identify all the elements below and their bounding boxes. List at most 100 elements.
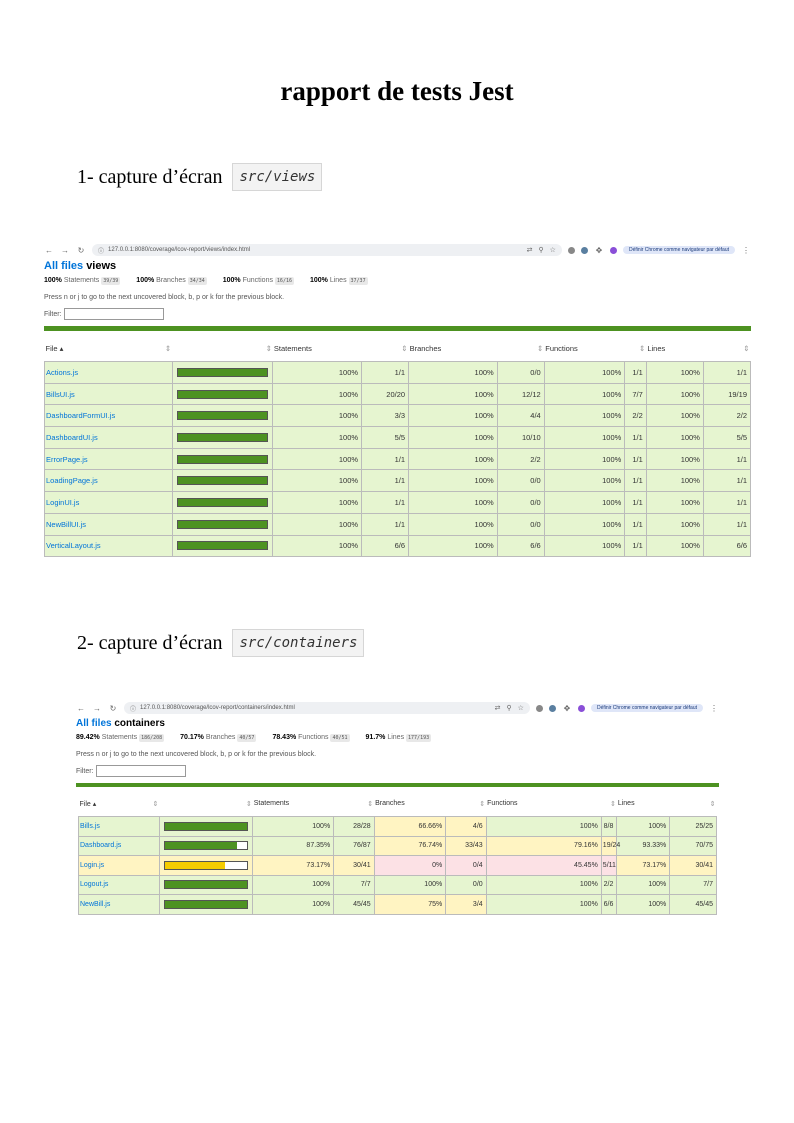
file-link[interactable]: LoadingPage.js <box>44 469 173 493</box>
coverage-bar <box>176 367 269 377</box>
summary-metric: 91.7% Lines 177/193 <box>366 734 432 742</box>
coverage-bar-fill <box>164 822 248 830</box>
file-link[interactable]: DashboardFormUI.js <box>44 404 173 428</box>
column-header[interactable]: Functions ⇕ <box>544 335 647 362</box>
section-1-heading: 1- capture d’écran src/views <box>77 163 323 191</box>
report-title: All files views <box>44 260 751 272</box>
table-row: Login.js 73.17% 30/41 0% 0/4 45.45% 5/11 73.17%… <box>78 855 717 876</box>
fraction-cell: 6/6 <box>361 534 410 558</box>
fraction-cell: 0/4 <box>445 855 487 876</box>
filter-label: Filter: <box>76 767 94 775</box>
fraction-cell: 5/5 <box>702 426 752 449</box>
percent-cell: 100% <box>252 874 335 895</box>
report-directory: views <box>86 260 117 272</box>
file-link[interactable]: NewBillUI.js <box>44 512 173 536</box>
reload-icon[interactable]: ↻ <box>76 246 86 255</box>
set-default-browser-button[interactable]: Définir Chrome comme navigateur par défa… <box>590 704 703 712</box>
section-2-code: src/containers <box>232 629 365 657</box>
coverage-bar-fill <box>177 498 268 506</box>
fraction-cell: 5/5 <box>361 426 410 449</box>
file-link[interactable]: Dashboard.js <box>78 835 160 856</box>
file-link[interactable]: Bills.js <box>78 816 160 837</box>
percent-cell: 100% <box>645 404 704 428</box>
url-text: 127.0.0.1:8080/coverage/lcov-report/view… <box>108 247 251 253</box>
column-header[interactable]: Functions ⇕ <box>486 792 617 817</box>
column-header-label: Statements <box>273 343 312 353</box>
browser-menu-icon[interactable]: ⋮ <box>709 704 719 713</box>
file-link[interactable]: Logout.js <box>78 874 160 895</box>
profile-avatar[interactable] <box>609 246 617 254</box>
percent-cell: 100% <box>272 469 363 493</box>
coverage-bar-fill <box>177 390 268 398</box>
extension-icon-1[interactable] <box>535 704 543 712</box>
file-link[interactable]: LoginUI.js <box>44 491 173 514</box>
coverage-bar <box>176 454 269 464</box>
column-header[interactable]: Statements ⇕ <box>272 335 409 362</box>
file-link[interactable]: VerticalLayout.js <box>44 534 173 558</box>
sort-icon: ⇕ <box>265 343 272 353</box>
profile-avatar[interactable] <box>577 704 585 712</box>
coverage-bar <box>176 497 269 507</box>
forward-icon[interactable]: → <box>92 704 102 713</box>
bar-column-header[interactable]: ⇕ <box>172 335 273 362</box>
address-bar[interactable]: ⓘ 127.0.0.1:8080/coverage/lcov-report/vie… <box>92 244 562 256</box>
column-header-label: Branches <box>409 343 442 353</box>
fraction-cell: 1/1 <box>361 469 410 493</box>
file-link[interactable]: Actions.js <box>44 361 173 384</box>
file-link[interactable]: NewBill.js <box>78 894 160 915</box>
table-row: Actions.js 100% 1/1 100% 0/0 100% 1/1 100% 1/1 <box>44 361 752 384</box>
extension-icon-2[interactable] <box>580 246 588 254</box>
all-files-link[interactable]: All files <box>44 260 83 272</box>
filter-input[interactable] <box>63 308 164 320</box>
fraction-cell: 4/6 <box>445 816 487 837</box>
summary-percent: 70.17% <box>180 734 204 741</box>
column-header-label: Statements <box>253 800 290 807</box>
extension-icon-1[interactable] <box>567 246 575 254</box>
bookmark-star-icon[interactable]: ☆ <box>518 704 524 712</box>
table-row: DashboardFormUI.js 100% 3/3 100% 4/4 100% 2/2 1… <box>44 404 752 428</box>
coverage-status-line <box>44 326 751 331</box>
reload-icon[interactable]: ↻ <box>108 704 118 713</box>
file-link[interactable]: DashboardUI.js <box>44 426 173 449</box>
fraction-cell: 1/1 <box>702 512 752 536</box>
column-header-label: Functions <box>487 800 518 807</box>
file-link[interactable]: ErrorPage.js <box>44 447 173 471</box>
forward-icon[interactable]: → <box>60 246 70 255</box>
bar-column-header[interactable]: ⇕ <box>159 792 253 817</box>
table-row: ErrorPage.js 100% 1/1 100% 2/2 100% 1/1 100% 1/1 <box>44 447 752 471</box>
extensions-puzzle-icon[interactable]: ✥ <box>562 704 572 713</box>
column-header[interactable]: File ▴ ⇕ <box>78 792 160 817</box>
browser-menu-icon[interactable]: ⋮ <box>741 246 751 255</box>
column-header[interactable]: Lines ⇕ <box>616 792 717 817</box>
percent-cell: 100% <box>272 404 363 428</box>
site-info-icon[interactable]: ⓘ <box>98 246 104 255</box>
column-header[interactable]: Branches ⇕ <box>374 792 487 817</box>
coverage-table: File ▴ ⇕ ⇕ Statements ⇕ Branches ⇕ Functions ⇕ Li… <box>78 792 717 915</box>
site-info-icon[interactable]: ⓘ <box>130 704 136 713</box>
extensions-puzzle-icon[interactable]: ✥ <box>594 246 604 255</box>
file-link[interactable]: BillsUI.js <box>44 382 173 406</box>
file-link[interactable]: Login.js <box>78 855 160 876</box>
set-default-browser-button[interactable]: Définir Chrome comme navigateur par défa… <box>622 246 735 254</box>
filter-input[interactable] <box>95 765 186 777</box>
percent-cell: 100% <box>645 447 704 471</box>
translate-icon[interactable]: ⇄ <box>527 246 533 254</box>
column-header[interactable]: File ▴ ⇕ <box>44 335 173 362</box>
column-header[interactable]: Branches ⇕ <box>408 335 545 362</box>
fraction-cell: 0/0 <box>496 361 545 384</box>
coverage-bar-cell <box>171 447 274 471</box>
coverage-bar-fill <box>164 900 248 908</box>
bookmark-star-icon[interactable]: ☆ <box>550 246 556 254</box>
zoom-icon[interactable]: ⚲ <box>507 704 512 712</box>
zoom-icon[interactable]: ⚲ <box>539 246 544 254</box>
column-header[interactable]: Lines ⇕ <box>646 335 751 362</box>
summary-metric: 100% Statements 39/39 <box>44 277 121 285</box>
back-icon[interactable]: ← <box>76 704 86 713</box>
all-files-link[interactable]: All files <box>76 718 112 729</box>
address-bar[interactable]: ⓘ 127.0.0.1:8080/coverage/lcov-report/con… <box>124 702 530 714</box>
translate-icon[interactable]: ⇄ <box>495 704 501 712</box>
extension-icon-2[interactable] <box>548 704 556 712</box>
back-icon[interactable]: ← <box>44 246 54 255</box>
column-header[interactable]: Statements ⇕ <box>252 792 375 817</box>
summary-fraction: 40/57 <box>237 734 257 742</box>
